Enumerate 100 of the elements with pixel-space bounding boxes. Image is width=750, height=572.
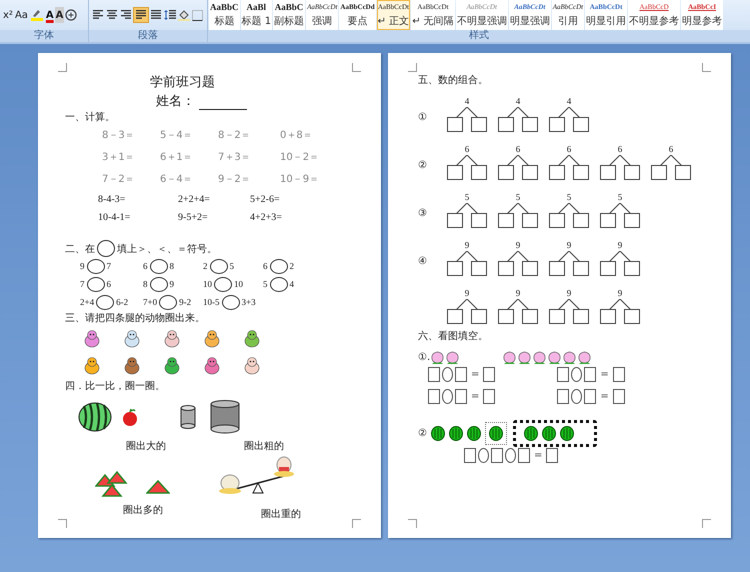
answer-box bbox=[612, 367, 625, 382]
corner-mark bbox=[702, 63, 711, 72]
answer-box bbox=[428, 389, 440, 404]
compare-term: 2+4 bbox=[80, 297, 94, 307]
number-bond-drawing bbox=[496, 107, 540, 133]
arithmetic-problem: 5－4＝ bbox=[160, 129, 193, 142]
item-marker: ③ bbox=[418, 208, 427, 219]
bond-number: 5 bbox=[516, 192, 520, 203]
animal-drawing bbox=[122, 328, 142, 348]
arithmetic-problem: 4+2+3= bbox=[250, 212, 282, 222]
style-gallery-item[interactable]: AaBbC 副标题 bbox=[273, 0, 306, 30]
bond-number: 6 bbox=[566, 144, 572, 155]
compare-term: 9-2 bbox=[179, 297, 192, 307]
compare-term: 7 bbox=[80, 279, 84, 289]
picture-caption: 圈出多的 bbox=[123, 504, 163, 518]
group-label: 字体 bbox=[0, 30, 88, 42]
item-marker: ①. bbox=[418, 352, 430, 362]
name-label: 姓名： bbox=[156, 93, 195, 110]
arithmetic-problem: 10－9＝ bbox=[280, 173, 320, 186]
arithmetic-problem: 8－3＝ bbox=[102, 129, 135, 142]
arithmetic-problem: 6＋1＝ bbox=[160, 151, 193, 164]
operator-circle bbox=[478, 448, 489, 463]
animal-drawing bbox=[122, 356, 142, 376]
answer-box bbox=[464, 448, 476, 463]
section-heading: 填上＞、＜、＝符号。 bbox=[117, 242, 217, 256]
enclose-button[interactable] bbox=[64, 7, 78, 23]
style-gallery-item[interactable]: AaBbC 标题 bbox=[209, 0, 240, 30]
arithmetic-problem: 7－2＝ bbox=[102, 173, 135, 186]
align-icon bbox=[106, 10, 118, 20]
paragraph-button[interactable] bbox=[191, 7, 204, 23]
arithmetic-problem: 9－2＝ bbox=[218, 173, 251, 186]
melon-drawing bbox=[466, 426, 481, 440]
group-label: 段落 bbox=[89, 30, 207, 42]
section-heading: 一、计算。 bbox=[65, 110, 115, 124]
compare-term: 2 bbox=[290, 261, 294, 271]
bond-number: 4 bbox=[566, 96, 572, 107]
compare-term: 10 bbox=[203, 279, 212, 289]
peach-drawing bbox=[532, 350, 548, 364]
highlight-button[interactable] bbox=[28, 7, 45, 23]
melon-drawing bbox=[560, 426, 574, 440]
answer-circle bbox=[97, 240, 115, 257]
font-format-button[interactable]: Aa bbox=[14, 7, 29, 23]
font-color-button[interactable]: A bbox=[44, 7, 55, 23]
bond-number: 9 bbox=[516, 240, 520, 251]
arithmetic-problem: 3＋1＝ bbox=[102, 151, 135, 164]
peach-drawing bbox=[502, 350, 518, 364]
picture-caption: 圈出粗的 bbox=[244, 440, 284, 453]
animal-drawing bbox=[202, 328, 222, 348]
number-bond-drawing bbox=[496, 155, 540, 181]
equals-sign: = bbox=[534, 450, 542, 461]
answer-box bbox=[455, 367, 467, 382]
group-label: 样式 bbox=[208, 30, 750, 42]
style-gallery-item[interactable]: AaBl 标题 1 bbox=[240, 0, 272, 30]
section-heading: 二、在 bbox=[65, 242, 95, 256]
align-icon bbox=[135, 10, 147, 20]
arithmetic-problem: 5+2-6= bbox=[250, 194, 280, 204]
circle-icon bbox=[65, 9, 78, 21]
animal-drawing bbox=[242, 356, 262, 376]
arithmetic-problem: 6－4＝ bbox=[160, 173, 193, 186]
operator-circle bbox=[571, 389, 582, 404]
paragraph-button[interactable] bbox=[163, 7, 177, 23]
answer-circle bbox=[270, 258, 288, 274]
equals-sign: = bbox=[471, 391, 480, 402]
compare-term: 7 bbox=[106, 261, 111, 271]
bond-number: 9 bbox=[464, 240, 470, 251]
bond-number: 6 bbox=[668, 144, 674, 155]
melon-drawing bbox=[488, 426, 503, 440]
section-heading: 五、数的组合。 bbox=[418, 74, 488, 87]
number-bond-drawing bbox=[547, 155, 591, 181]
equals-sign: = bbox=[600, 369, 609, 380]
paragraph-button[interactable] bbox=[133, 7, 149, 23]
animal-drawing bbox=[162, 328, 182, 348]
compare-term: 10 bbox=[234, 279, 243, 289]
number-bond-drawing bbox=[547, 299, 591, 325]
arithmetic-problem: 10－2＝ bbox=[280, 151, 320, 164]
paint-bucket-icon bbox=[178, 10, 190, 20]
align-icon bbox=[150, 10, 162, 20]
compare-term: 9 bbox=[170, 279, 174, 289]
character-shading-button[interactable]: A bbox=[54, 7, 64, 23]
corner-mark bbox=[58, 519, 67, 528]
compare-term: 6-2 bbox=[116, 297, 128, 307]
answer-circle bbox=[150, 258, 168, 274]
answer-box bbox=[518, 448, 530, 463]
animal-drawing bbox=[162, 356, 182, 376]
answer-box bbox=[491, 448, 503, 463]
answer-box bbox=[557, 367, 570, 382]
arithmetic-problem: 7＋3＝ bbox=[218, 151, 251, 164]
operator-circle bbox=[442, 367, 453, 382]
bond-number: 9 bbox=[566, 288, 572, 299]
answer-box bbox=[546, 448, 558, 463]
arithmetic-problem: 0＋8＝ bbox=[280, 129, 313, 142]
compare-term: 6 bbox=[106, 279, 111, 289]
font-format-button[interactable]: x² bbox=[2, 7, 14, 23]
align-icon bbox=[92, 10, 104, 20]
peach-drawing bbox=[445, 350, 460, 364]
number-bond-drawing bbox=[598, 299, 642, 325]
equals-sign: = bbox=[600, 391, 609, 402]
answer-circle bbox=[96, 294, 114, 310]
corner-mark bbox=[352, 63, 361, 72]
thin-cylinder-drawing bbox=[180, 405, 196, 429]
